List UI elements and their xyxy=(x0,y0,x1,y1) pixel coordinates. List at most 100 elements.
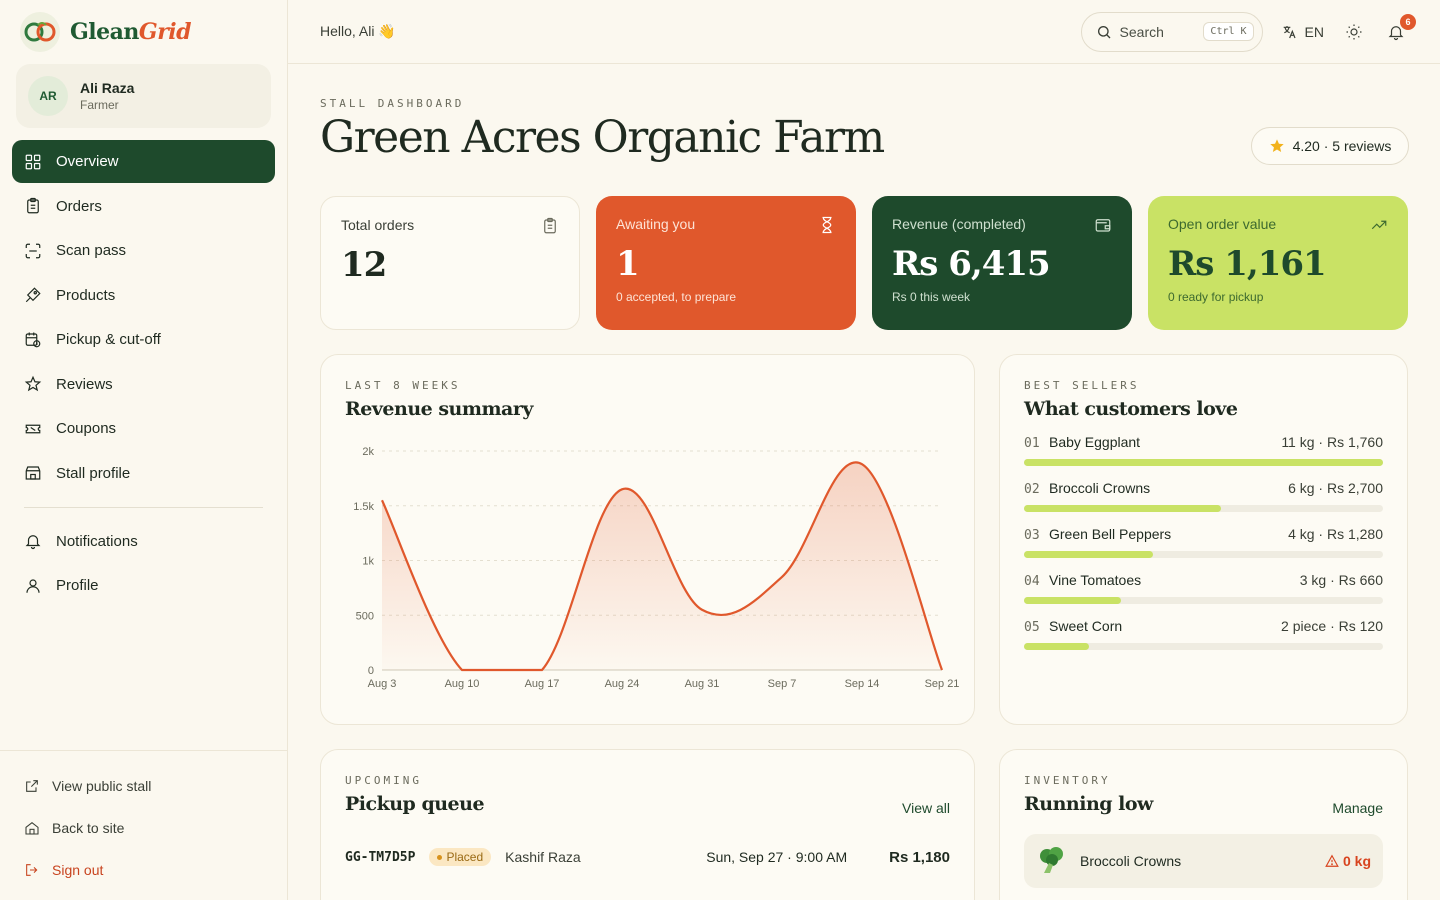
stat-label: Revenue (completed) xyxy=(892,216,1026,232)
seller-name: Sweet Corn xyxy=(1049,618,1123,634)
logo-icon xyxy=(20,12,60,52)
order-id: GG-TM7D5P xyxy=(345,849,416,865)
search-shortcut: Ctrl K xyxy=(1203,22,1254,41)
sidebar-item-stall-profile[interactable]: Stall profile xyxy=(12,452,275,495)
seller-name: Broccoli Crowns xyxy=(1049,480,1151,496)
stat-awaiting[interactable]: Awaiting you 1 0 accepted, to prepare xyxy=(596,196,856,330)
notification-badge: 6 xyxy=(1400,13,1416,30)
list-item[interactable]: 05 Sweet Corn 2 piece · Rs 120 xyxy=(1024,618,1383,650)
revenue-card: Last 8 weeks Revenue summary 0 500 1k 1.5k 2… xyxy=(320,354,975,725)
store-icon xyxy=(25,466,41,480)
card-eyebrow: Inventory xyxy=(1024,774,1111,787)
brand-logo[interactable]: GleanGrid xyxy=(20,12,192,52)
seller-name: Vine Tomatoes xyxy=(1049,572,1142,588)
stat-sub: 0 accepted, to prepare xyxy=(616,290,737,304)
pickup-card: Upcoming Pickup queue View all GG-TM7D5P… xyxy=(320,749,975,900)
sun-icon xyxy=(1346,24,1362,39)
stat-value: Rs 1,161 xyxy=(1168,244,1327,284)
list-item[interactable]: 01 Baby Eggplant 11 kg · Rs 1,760 xyxy=(1024,434,1383,466)
sign-out-label: Sign out xyxy=(52,862,104,878)
sidebar-item-label: Products xyxy=(56,286,116,304)
clipboard-icon xyxy=(27,197,39,214)
inventory-item-name: Broccoli Crowns xyxy=(1080,853,1182,869)
user-card[interactable]: AR Ali Raza Farmer xyxy=(16,64,271,128)
back-to-site-link[interactable]: Back to site xyxy=(12,807,276,849)
list-item[interactable]: 04 Vine Tomatoes 3 kg · Rs 660 xyxy=(1024,572,1383,604)
sidebar: GleanGrid AR Ali Raza Farmer Overview Or… xyxy=(0,0,288,900)
stat-label: Open order value xyxy=(1168,216,1277,232)
avatar: AR xyxy=(28,76,68,116)
x-tick-label: Aug 17 xyxy=(525,678,560,690)
greeting: Hello, Ali 👋 xyxy=(320,23,396,39)
seller-bar-fill xyxy=(1024,643,1089,650)
theme-toggle[interactable] xyxy=(1342,20,1366,44)
sidebar-item-label: Reviews xyxy=(56,375,113,393)
seller-meta: 6 kg · Rs 2,700 xyxy=(1288,480,1383,496)
customer-name: Kashif Raza xyxy=(505,849,581,865)
scan-icon xyxy=(25,243,41,258)
pickup-time: Sun, Sep 27 · 9:00 AM xyxy=(706,849,848,865)
x-tick-label: Sep 7 xyxy=(768,678,797,690)
x-tick-label: Aug 31 xyxy=(685,678,720,690)
ticket-icon xyxy=(25,424,41,433)
inventory-qty-text: 0 kg xyxy=(1342,853,1371,869)
sidebar-item-products[interactable]: Products xyxy=(12,274,275,317)
sidebar-item-coupons[interactable]: Coupons xyxy=(12,407,275,450)
user-name: Ali Raza xyxy=(80,80,135,96)
sidebar-item-profile[interactable]: Profile xyxy=(12,564,275,607)
inventory-card: Inventory Running low Manage Broccoli Cr… xyxy=(999,749,1408,900)
sidebar-item-notifications[interactable]: Notifications xyxy=(12,520,275,563)
sidebar-item-scan-pass[interactable]: Scan pass xyxy=(12,229,275,272)
seller-rank: 03 xyxy=(1024,528,1040,543)
seller-meta: 11 kg · Rs 1,760 xyxy=(1281,434,1383,450)
seller-meta: 3 kg · Rs 660 xyxy=(1299,572,1383,588)
table-row[interactable]: GG-TM7D5P Placed Kashif Raza Sun, Sep 27… xyxy=(345,848,950,866)
external-link-icon xyxy=(26,780,38,792)
x-tick-label: Aug 3 xyxy=(368,678,397,690)
sidebar-item-overview[interactable]: Overview xyxy=(12,140,275,183)
x-tick-label: Aug 10 xyxy=(445,678,480,690)
bestsellers-card: Best sellers What customers love 01 Baby … xyxy=(999,354,1408,725)
clipboard-icon xyxy=(544,217,556,234)
list-item[interactable]: Broccoli Crowns 0 kg xyxy=(1024,834,1383,888)
manage-link[interactable]: Manage xyxy=(1332,800,1383,816)
search-icon xyxy=(1097,25,1111,38)
rating-badge[interactable]: 4.20 · 5 reviews xyxy=(1251,127,1409,165)
stat-revenue[interactable]: Revenue (completed) Rs 6,415 Rs 0 this w… xyxy=(872,196,1132,330)
sidebar-item-orders[interactable]: Orders xyxy=(12,185,275,228)
stat-sub: 0 ready for pickup xyxy=(1168,290,1264,304)
sidebar-item-reviews[interactable]: Reviews xyxy=(12,363,275,406)
sidebar-nav: Overview Orders Scan pass Products Picku… xyxy=(12,140,275,609)
grid-icon xyxy=(25,154,41,169)
stat-value: Rs 6,415 xyxy=(892,244,1051,284)
view-all-link[interactable]: View all xyxy=(902,800,950,816)
seller-bar xyxy=(1024,551,1383,558)
stat-label: Awaiting you xyxy=(616,216,696,232)
search-label: Search xyxy=(1119,23,1164,40)
seller-rank: 05 xyxy=(1024,620,1040,635)
status-badge: Placed xyxy=(429,848,492,866)
x-tick-label: Sep 21 xyxy=(925,678,960,690)
y-tick-label: 2k xyxy=(362,446,374,458)
nav-divider xyxy=(24,506,263,508)
list-item[interactable]: 02 Broccoli Crowns 6 kg · Rs 2,700 xyxy=(1024,480,1383,512)
sign-out-button[interactable]: Sign out xyxy=(12,849,276,891)
logout-icon xyxy=(26,864,38,876)
calendar-clock-icon xyxy=(25,332,41,347)
list-item[interactable]: 03 Green Bell Peppers 4 kg · Rs 1,280 xyxy=(1024,526,1383,558)
notifications-button[interactable]: 6 xyxy=(1384,13,1416,44)
stat-open-value[interactable]: Open order value Rs 1,161 0 ready for pi… xyxy=(1148,196,1408,330)
stat-label: Total orders xyxy=(341,217,415,233)
translate-icon xyxy=(1283,25,1296,38)
seller-bar xyxy=(1024,597,1383,604)
sidebar-item-label: Coupons xyxy=(56,420,117,437)
bell-icon xyxy=(25,535,41,550)
seller-meta: 4 kg · Rs 1,280 xyxy=(1288,526,1383,542)
view-public-stall-link[interactable]: View public stall xyxy=(12,765,276,807)
sidebar-item-pickup[interactable]: Pickup & cut-off xyxy=(12,318,275,361)
sidebar-item-label: Profile xyxy=(56,577,99,594)
language-switcher[interactable]: EN xyxy=(1281,24,1324,40)
user-role: Farmer xyxy=(80,98,119,112)
search-button[interactable]: Search Ctrl K xyxy=(1080,11,1263,52)
stat-total-orders[interactable]: Total orders 12 xyxy=(320,196,580,330)
